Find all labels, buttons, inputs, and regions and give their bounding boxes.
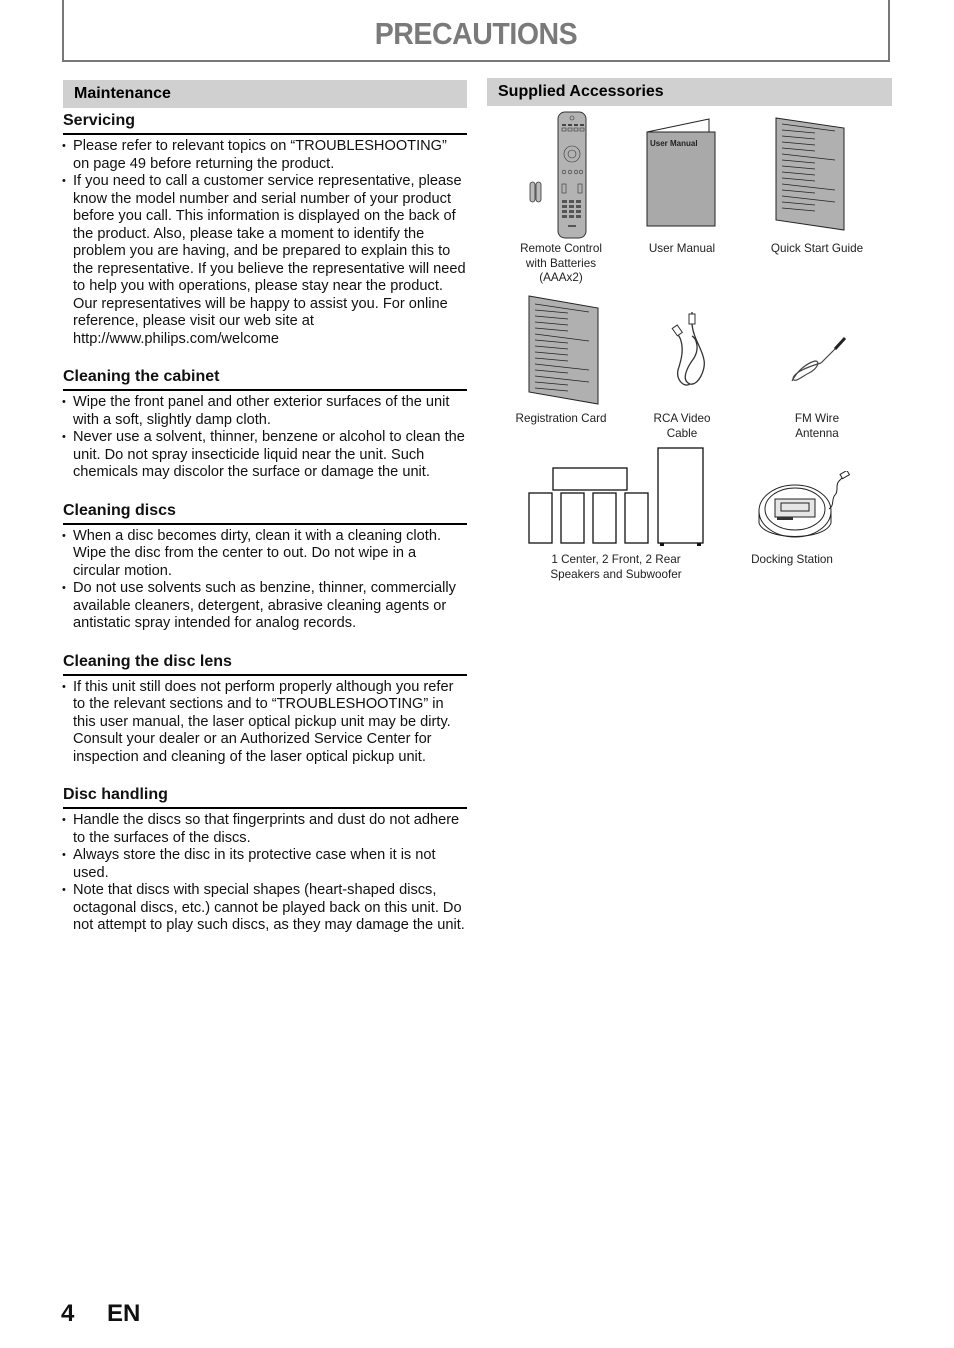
accessory-remote-control: Remote Control with Batteries (AAAx2) xyxy=(501,242,621,286)
section-heading: Disc handling xyxy=(63,784,467,809)
section-cleaning-disc-lens: Cleaning the disc lens If this unit stil… xyxy=(62,651,467,767)
registration-card-icon xyxy=(528,295,599,405)
accessory-label: with Batteries xyxy=(525,256,597,270)
accessory-rca-video-cable: RCA Video Cable xyxy=(622,412,742,441)
accessory-speakers-subwoofer: 1 Center, 2 Front, 2 Rear Speakers and S… xyxy=(526,553,706,582)
bullet-item: Never use a solvent, thinner, benzene or… xyxy=(62,429,467,482)
accessory-label: Speakers and Subwoofer xyxy=(550,567,682,581)
accessory-label: Cable xyxy=(666,426,698,440)
bullet-item: Please refer to relevant topics on “TROU… xyxy=(62,138,467,173)
accessory-label: FM Wire xyxy=(794,412,840,425)
bullet-item: Note that discs with special shapes (hea… xyxy=(62,882,467,935)
quick-start-guide-icon xyxy=(775,117,845,231)
bullet-item: If this unit still does not perform prop… xyxy=(62,679,467,767)
accessory-label: User Manual xyxy=(648,242,716,255)
accessory-label: Registration Card xyxy=(515,412,607,425)
maintenance-column: Maintenance Servicing Please refer to re… xyxy=(62,80,467,935)
docking-station-icon xyxy=(758,471,851,538)
remote-control-icon xyxy=(529,111,587,239)
accessories-band: Supplied Accessories xyxy=(487,78,892,106)
accessory-label: Quick Start Guide xyxy=(770,242,864,255)
page-title: PRECAUTIONS xyxy=(374,16,578,51)
accessory-registration-card: Registration Card xyxy=(501,412,621,427)
section-disc-handling: Disc handling Handle the discs so that f… xyxy=(62,784,467,935)
page-number: 4 xyxy=(61,1300,75,1327)
accessory-label: Docking Station xyxy=(751,553,833,566)
accessory-label: Antenna xyxy=(795,426,839,440)
accessory-fm-wire-antenna: FM Wire Antenna xyxy=(757,412,877,441)
bullet-item: Do not use solvents such as benzine, thi… xyxy=(62,580,467,633)
user-manual-icon xyxy=(646,118,716,227)
accessory-user-manual: User Manual xyxy=(622,242,742,257)
accessory-label: RCA Video xyxy=(653,412,711,425)
section-cleaning-cabinet: Cleaning the cabinet Wipe the front pane… xyxy=(62,366,467,482)
bullet-item: Wipe the front panel and other exterior … xyxy=(62,394,467,429)
language-code: EN xyxy=(107,1300,141,1327)
accessories-column: Supplied Accessories Remote Control with… xyxy=(487,78,892,598)
bullet-item: Always store the disc in its protective … xyxy=(62,847,467,882)
section-servicing: Servicing Please refer to relevant topic… xyxy=(62,110,467,348)
rca-video-cable-icon xyxy=(671,312,705,386)
user-manual-cover-text: User Manual xyxy=(650,139,698,148)
section-heading: Cleaning discs xyxy=(63,500,467,525)
accessory-docking-station: Docking Station xyxy=(732,553,852,568)
section-heading: Servicing xyxy=(63,110,467,135)
section-heading: Cleaning the disc lens xyxy=(63,651,467,676)
section-cleaning-discs: Cleaning discs When a disc becomes dirty… xyxy=(62,500,467,633)
maintenance-band: Maintenance xyxy=(63,80,467,108)
accessory-label: 1 Center, 2 Front, 2 Rear xyxy=(551,553,681,566)
section-heading: Cleaning the cabinet xyxy=(63,366,467,391)
accessory-quick-start-guide: Quick Start Guide xyxy=(757,242,877,257)
title-box: PRECAUTIONS xyxy=(62,0,890,62)
bullet-item: If you need to call a customer service r… xyxy=(62,173,467,348)
bullet-item: Handle the discs so that fingerprints an… xyxy=(62,812,467,847)
speakers-subwoofer-icon xyxy=(528,447,704,546)
fm-wire-antenna-icon xyxy=(791,336,847,382)
accessory-label: (AAAx2) xyxy=(539,271,583,284)
bullet-item: When a disc becomes dirty, clean it with… xyxy=(62,528,467,581)
accessory-label: Remote Control xyxy=(520,242,602,255)
